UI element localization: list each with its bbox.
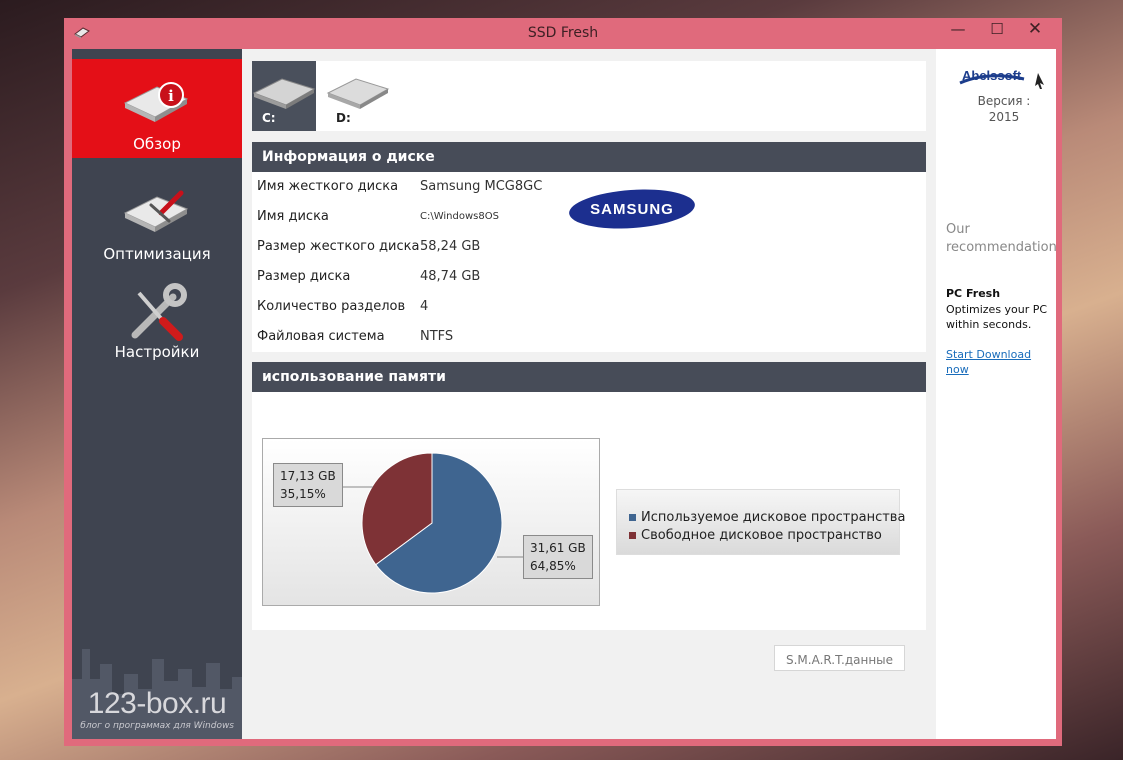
sidebar-item-label: Настройки [114, 343, 200, 361]
abelssoft-logo-text: Abelssoft [962, 68, 1022, 83]
watermark: 123-box.ru блог о программах для Windows [72, 687, 242, 731]
info-key: Количество разделов [257, 299, 406, 314]
recommendation-line: recommendation: [946, 240, 1056, 255]
info-value: 4 [420, 299, 429, 314]
sidebar: i Обзор Оптимизация Настройки 123-box.ru… [72, 49, 242, 739]
info-key: Файловая система [257, 329, 385, 344]
drive-c[interactable]: C: [252, 61, 316, 131]
memory-usage-panel: 17,13 GB 35,15% 31,61 GB 64,85% Использу… [252, 392, 926, 630]
version-label: Версия : [977, 94, 1031, 108]
ssd-drive-icon [252, 78, 316, 109]
info-value: 48,74 GB [420, 269, 481, 284]
info-value: NTFS [420, 329, 454, 344]
app-window: SSD Fresh — ☐ ✕ i Обзор Оптимизация Наст… [64, 18, 1062, 746]
callout-line: 64,85% [530, 559, 576, 573]
legend-swatch [629, 532, 636, 539]
info-value: Samsung MCG8GC [420, 179, 543, 194]
legend-swatch [629, 514, 636, 521]
watermark-text: 123-box.ru [87, 687, 227, 720]
client-area: i Обзор Оптимизация Настройки 123-box.ru… [72, 49, 1056, 739]
window-title: SSD Fresh [527, 25, 599, 41]
disk-info-panel: Имя жесткого диска Samsung MCG8GC Имя ди… [252, 172, 926, 352]
legend-item-used: Используемое дисковое пространства [629, 510, 905, 525]
info-key: Имя жесткого диска [257, 179, 399, 194]
info-value: C:\Windows8OS [420, 211, 499, 222]
recommendation-title: Our recommendation: [946, 221, 1056, 257]
product-description: Optimizes your PC within seconds. [946, 303, 1048, 331]
callout-line: 31,61 GB [530, 541, 586, 555]
close-button[interactable]: ✕ [1015, 18, 1055, 42]
legend-label: Используемое дисковое пространства [641, 510, 906, 525]
svg-text:i: i [168, 87, 174, 105]
wrench-screwdriver-icon [131, 283, 187, 341]
recommendation-panel: Abelssoft Версия : 2015 Our recommendati… [936, 49, 1056, 739]
title-bar[interactable]: SSD Fresh — ☐ ✕ [64, 18, 1062, 49]
ssd-drive-icon [326, 78, 390, 109]
drive-d[interactable]: D: [326, 61, 390, 131]
legend-item-free: Свободное дисковое пространство [629, 528, 882, 543]
used-space-callout: 31,61 GB 64,85% [523, 535, 593, 579]
sidebar-item-label: Обзор [133, 135, 181, 153]
maximize-button[interactable]: ☐ [977, 18, 1017, 42]
callout-line: 17,13 GB [280, 469, 336, 483]
memory-usage-header: использование памяти [252, 362, 926, 392]
smart-data-button[interactable]: S.M.A.R.T.данные [774, 645, 905, 671]
start-download-link[interactable]: Start Download now [946, 347, 1056, 377]
sidebar-item-optimization[interactable]: Оптимизация [72, 169, 242, 268]
info-key: Размер жесткого диска [257, 239, 420, 254]
abelssoft-logo: Abelssoft [959, 68, 1044, 89]
disk-info-header: Информация о диске [252, 142, 926, 172]
watermark-subtext: блог о программах для Windows [80, 721, 234, 731]
product-name: PC Fresh [946, 287, 1001, 300]
version-info: Версия : 2015 [956, 93, 1052, 125]
sidebar-item-overview[interactable]: i Обзор [72, 59, 242, 158]
minimize-button[interactable]: — [938, 18, 978, 42]
info-key: Размер диска [257, 269, 351, 284]
chart-legend: Используемое дисковое пространства Свобо… [616, 489, 905, 555]
ssd-info-icon: i [123, 82, 189, 122]
info-key: Имя диска [257, 209, 329, 224]
sidebar-item-settings[interactable]: Настройки [72, 277, 242, 367]
free-space-callout: 17,13 GB 35,15% [273, 463, 343, 507]
version-value: 2015 [988, 110, 1020, 124]
main-content: C: D: Информация о диске Имя жесткого ди… [242, 49, 936, 739]
ssd-optimize-icon [123, 190, 189, 232]
callout-line: 35,15% [280, 487, 326, 501]
drive-label: D: [336, 111, 351, 125]
legend-label: Свободное дисковое пространство [641, 528, 882, 543]
drive-selector: C: D: [252, 61, 926, 131]
info-value: 58,24 GB [420, 239, 481, 254]
drive-label: C: [262, 111, 276, 125]
brand-logo-text: SAMSUNG [590, 201, 674, 218]
samsung-logo: SAMSUNG [569, 189, 695, 229]
pie-chart-panel: 17,13 GB 35,15% 31,61 GB 64,85% [262, 438, 600, 606]
recommendation-line: Our [946, 222, 970, 237]
sidebar-item-label: Оптимизация [103, 245, 211, 263]
